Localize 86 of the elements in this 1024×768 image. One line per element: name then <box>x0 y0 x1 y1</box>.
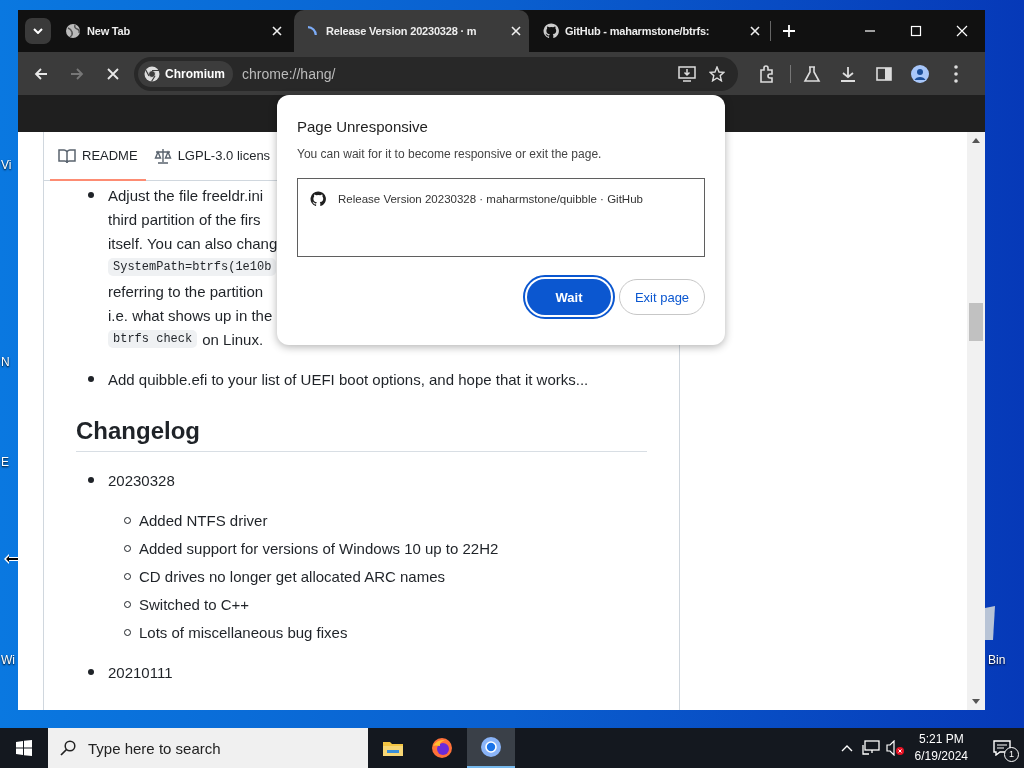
page-title: Release Version 20230328 · maharmstone/quibble · GitHub <box>338 193 643 205</box>
chevron-up-icon <box>840 744 853 752</box>
windows-logo-icon <box>16 740 32 756</box>
list-item-text: i.e. what shows up in the <box>108 306 273 324</box>
site-chip[interactable]: Chromium <box>138 60 233 87</box>
clock-time[interactable]: 5:21 PM <box>918 731 964 748</box>
tab-title: GitHub - maharmstone/btrfs: <box>565 25 711 37</box>
globe-icon <box>65 23 81 39</box>
download-icon <box>839 64 857 83</box>
tab-title: New Tab <box>87 25 131 37</box>
close-icon <box>511 26 521 36</box>
list-item-text: Add quibble.efi to your list of UEFI boot options, and hope that it works... <box>108 370 589 388</box>
book-icon <box>58 147 76 164</box>
desktop-icon-label[interactable]: N <box>1 355 10 369</box>
bullet-icon <box>88 192 94 198</box>
desktop-icon-label[interactable]: E <box>1 455 9 469</box>
scale-icon <box>153 147 172 164</box>
list-item-text: itself. You can also chang <box>108 234 278 252</box>
maximize-icon <box>910 25 922 37</box>
star-icon <box>709 65 725 82</box>
list-item-text: Adjust the file freeldr.ini <box>108 186 264 204</box>
address-bar[interactable]: Chromium chrome://hang/ <box>134 56 738 91</box>
folder-icon <box>382 739 404 757</box>
list-item-text: 20210111 <box>108 663 173 681</box>
more-vertical-icon <box>954 64 958 83</box>
scrollbar[interactable] <box>967 132 985 710</box>
flask-icon <box>803 64 821 83</box>
clock-date[interactable]: 6/19/2024 <box>914 748 968 765</box>
tab-title: Release Version 20230328 · m <box>326 25 478 37</box>
desktop-icon-label[interactable]: Wi <box>1 653 15 667</box>
scroll-thumb[interactable] <box>969 303 983 341</box>
volume-muted-icon <box>885 740 904 756</box>
dialog-title: Page Unresponsive <box>297 117 429 137</box>
taskbar-app-button[interactable] <box>467 728 515 768</box>
readme-tab[interactable]: README <box>50 132 146 181</box>
notification-count: 1 <box>1004 747 1019 762</box>
list-item-text: Lots of miscellaneous bug fixes <box>139 623 348 641</box>
monitor-download-icon <box>678 65 696 82</box>
forward-arrow-icon <box>70 66 84 81</box>
list-item-text: Added support for versions of Windows 10 up to 22H2 <box>139 539 499 557</box>
dialog-message: You can wait for it to become responsive or exit the page. <box>297 147 603 161</box>
desktop-icon-label[interactable]: Bin <box>988 653 1006 667</box>
loading-spinner-icon <box>307 26 317 36</box>
search-icon <box>60 740 76 756</box>
browser-tab[interactable]: New Tab <box>55 10 290 52</box>
list-item-text: on Linux. <box>202 330 264 348</box>
taskbar-search-box[interactable]: Type here to search <box>48 728 368 768</box>
close-icon <box>272 26 282 36</box>
notifications-button[interactable]: 1 <box>980 728 1024 768</box>
chevron-down-icon <box>33 28 43 34</box>
readme-tab[interactable]: LGPL-3.0 licens <box>145 132 279 181</box>
list-item-text: CD drives no longer get allocated ARC names <box>139 567 445 585</box>
list-item-text: Added NTFS driver <box>139 511 268 529</box>
search-field[interactable]: Type here to search <box>86 738 350 758</box>
back-arrow-icon <box>34 66 48 81</box>
list-item-text: Switched to C++ <box>139 595 250 613</box>
tab-search-button[interactable] <box>25 18 51 44</box>
bullet-icon <box>88 669 94 675</box>
puzzle-icon <box>758 64 776 83</box>
github-icon <box>543 23 559 39</box>
close-icon <box>956 25 968 37</box>
github-icon <box>310 191 326 207</box>
chromium-logo-icon <box>480 736 502 758</box>
bullet-icon <box>88 477 94 483</box>
list-item-text: referring to the partition <box>108 282 264 300</box>
inline-code: btrfs check <box>108 330 198 348</box>
scroll-up-icon[interactable] <box>972 138 980 143</box>
stop-icon <box>107 67 119 80</box>
inline-code: SystemPath=btrfs(1e10b <box>108 258 277 276</box>
side-panel-icon <box>875 64 893 83</box>
avatar-icon <box>911 64 929 83</box>
list-item-text: 20230328 <box>108 471 175 489</box>
browser-tab[interactable]: Release Version 20230328 · m <box>294 10 529 52</box>
close-icon <box>750 26 760 36</box>
bullet-icon <box>88 376 94 382</box>
message-icon <box>993 740 1011 756</box>
list-item-text: third partition of the firs <box>108 210 261 228</box>
desktop-icon-label[interactable]: Vi <box>1 158 12 172</box>
browser-tab[interactable]: GitHub - maharmstone/btrfs: <box>533 10 768 52</box>
scroll-down-icon[interactable] <box>972 699 980 704</box>
section-heading: Changelog <box>76 415 647 452</box>
url-text: chrome://hang/ <box>242 65 336 82</box>
network-icon <box>861 740 880 756</box>
fox-globe-icon <box>431 737 453 759</box>
chromium-logo-icon <box>144 65 160 82</box>
plus-icon <box>782 24 796 38</box>
